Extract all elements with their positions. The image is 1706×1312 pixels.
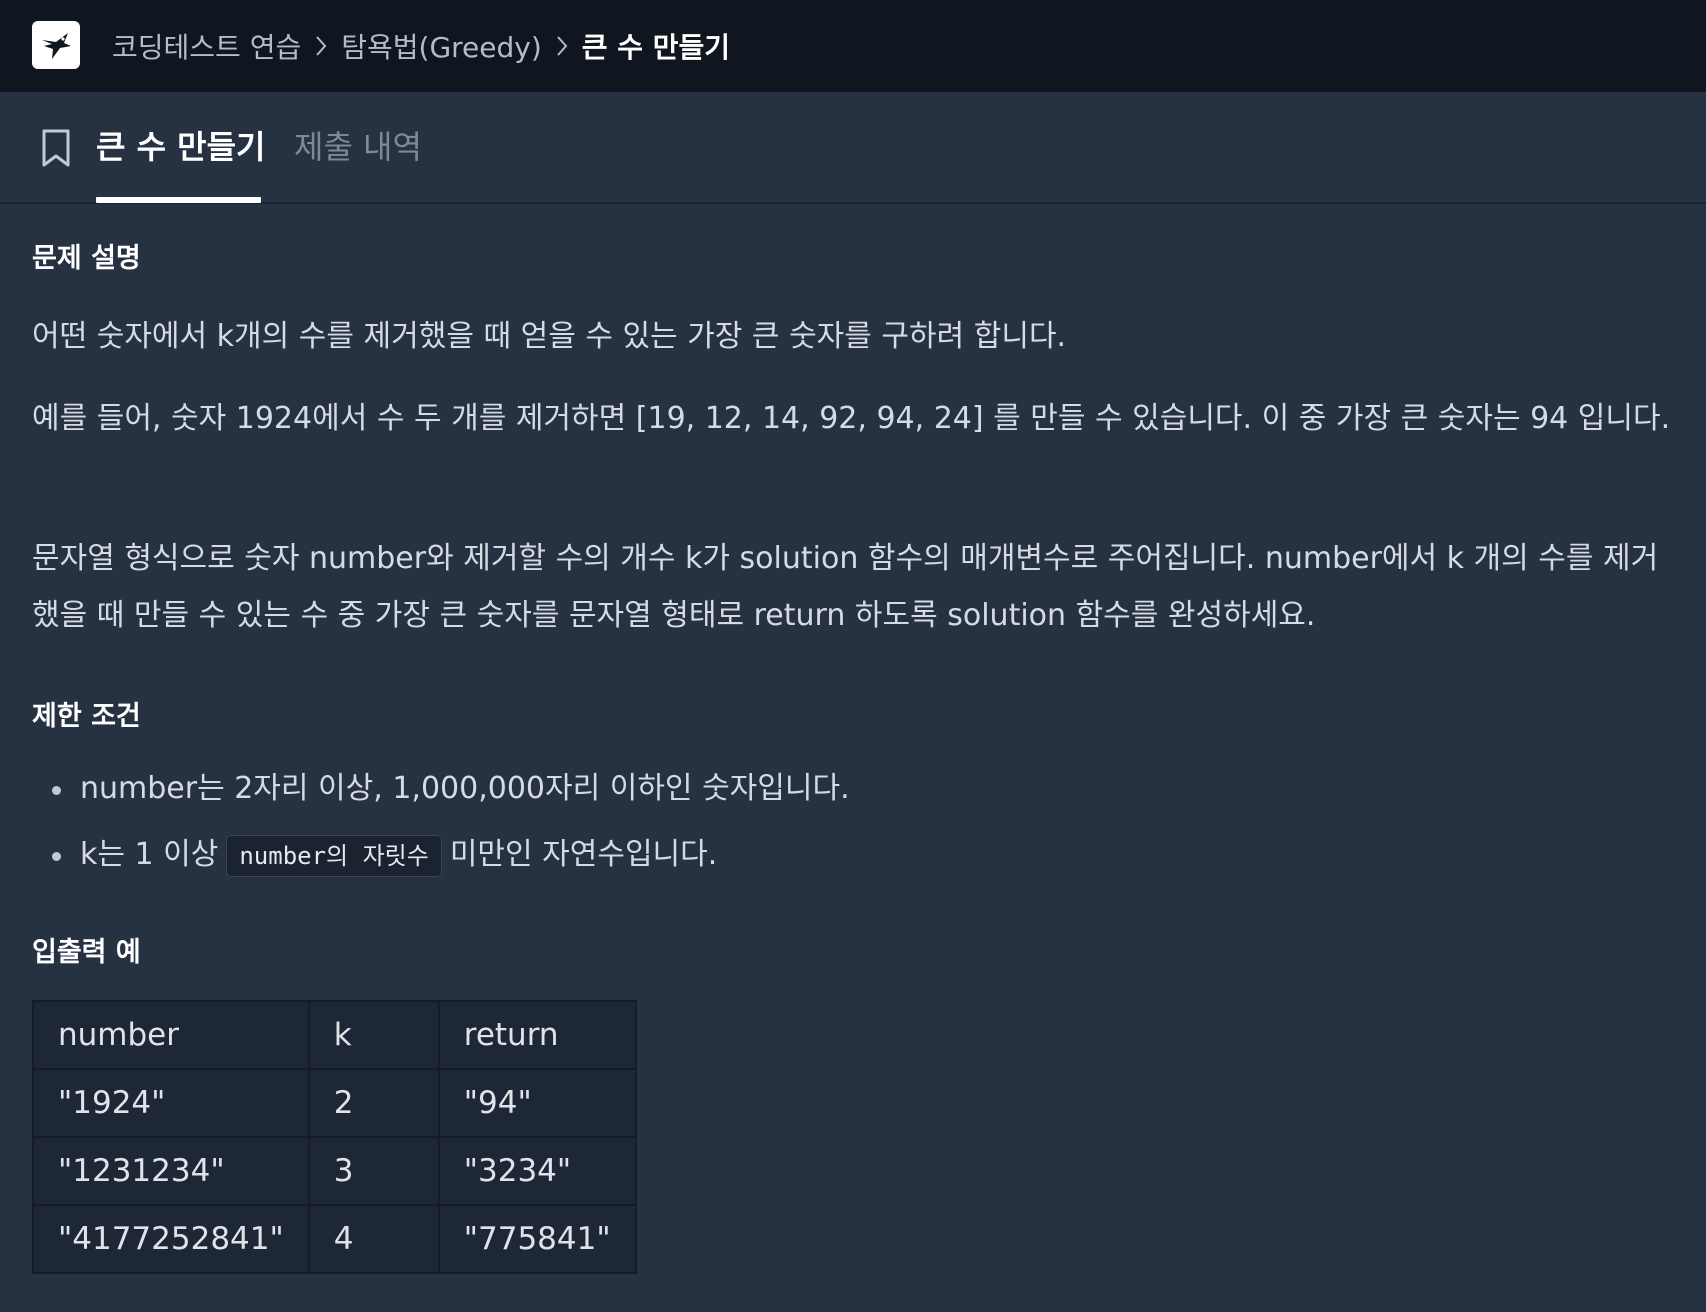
table-row: "1924" 2 "94" bbox=[32, 1068, 637, 1138]
table-header-row: number k return bbox=[32, 1000, 637, 1070]
column-header-return: return bbox=[437, 1000, 637, 1070]
tab-problem[interactable]: 큰 수 만들기 bbox=[96, 122, 265, 168]
table-row: "4177252841" 4 "775841" bbox=[32, 1204, 637, 1274]
examples-heading: 입출력 예 bbox=[32, 937, 141, 968]
table-cell: 4 bbox=[307, 1204, 440, 1274]
column-header-k: k bbox=[307, 1000, 440, 1070]
table-cell: "94" bbox=[437, 1068, 637, 1138]
examples-table: number k return "1924" 2 "94" "1231234" … bbox=[32, 1000, 637, 1274]
breadcrumb-current: 큰 수 만들기 bbox=[581, 31, 731, 64]
constraints-list: number는 2자리 이상, 1,000,000자리 이하인 숫자입니다. k… bbox=[0, 756, 1706, 889]
active-tab-indicator bbox=[96, 197, 261, 203]
table-cell: 2 bbox=[307, 1068, 440, 1138]
tab-submissions[interactable]: 제출 내역 bbox=[294, 122, 422, 168]
problem-paragraph: 어떤 숫자에서 k개의 수를 제거했을 때 얻을 수 있는 가장 큰 숫자를 구… bbox=[32, 319, 1067, 354]
chevron-right-icon bbox=[315, 35, 327, 57]
table-cell: 3 bbox=[307, 1136, 440, 1206]
breadcrumb-item-coding-test[interactable]: 코딩테스트 연습 bbox=[112, 26, 301, 66]
top-navigation-bar: 코딩테스트 연습 탐욕법(Greedy) 큰 수 만들기 bbox=[0, 0, 1706, 92]
constraint-text: k는 1 이상 bbox=[80, 837, 219, 872]
bookmark-icon[interactable] bbox=[40, 128, 72, 172]
problem-paragraph: 문자열 형식으로 숫자 number와 제거할 수의 개수 k가 solutio… bbox=[32, 541, 1659, 633]
table-cell: "1231234" bbox=[32, 1136, 310, 1206]
table-cell: "1924" bbox=[32, 1068, 310, 1138]
programmers-logo-icon[interactable] bbox=[32, 21, 80, 69]
table-cell: "3234" bbox=[437, 1136, 637, 1206]
list-item: k는 1 이상 number의 자릿수 미만인 자연수입니다. bbox=[52, 822, 1706, 889]
inline-code: number의 자릿수 bbox=[226, 835, 442, 877]
constraint-text: 미만인 자연수입니다. bbox=[449, 837, 718, 872]
list-item: number는 2자리 이상, 1,000,000자리 이하인 숫자입니다. bbox=[52, 756, 1706, 822]
table-cell: "775841" bbox=[437, 1204, 637, 1274]
problem-paragraph: 예를 들어, 숫자 1924에서 수 두 개를 제거하면 [19, 12, 14… bbox=[32, 401, 1671, 436]
table-cell: "4177252841" bbox=[32, 1204, 310, 1274]
chevron-right-icon bbox=[556, 35, 568, 57]
constraints-heading: 제한 조건 bbox=[32, 701, 141, 732]
table-row: "1231234" 3 "3234" bbox=[32, 1136, 637, 1206]
breadcrumb-item-greedy[interactable]: 탐욕법(Greedy) bbox=[341, 26, 542, 66]
problem-description-heading: 문제 설명 bbox=[32, 243, 141, 274]
column-header-number: number bbox=[32, 1000, 310, 1070]
tab-bar: 큰 수 만들기 제출 내역 bbox=[0, 92, 1706, 204]
constraint-text: number는 2자리 이상, 1,000,000자리 이하인 숫자입니다. bbox=[80, 771, 850, 806]
breadcrumb: 코딩테스트 연습 탐욕법(Greedy) 큰 수 만들기 bbox=[112, 0, 730, 92]
